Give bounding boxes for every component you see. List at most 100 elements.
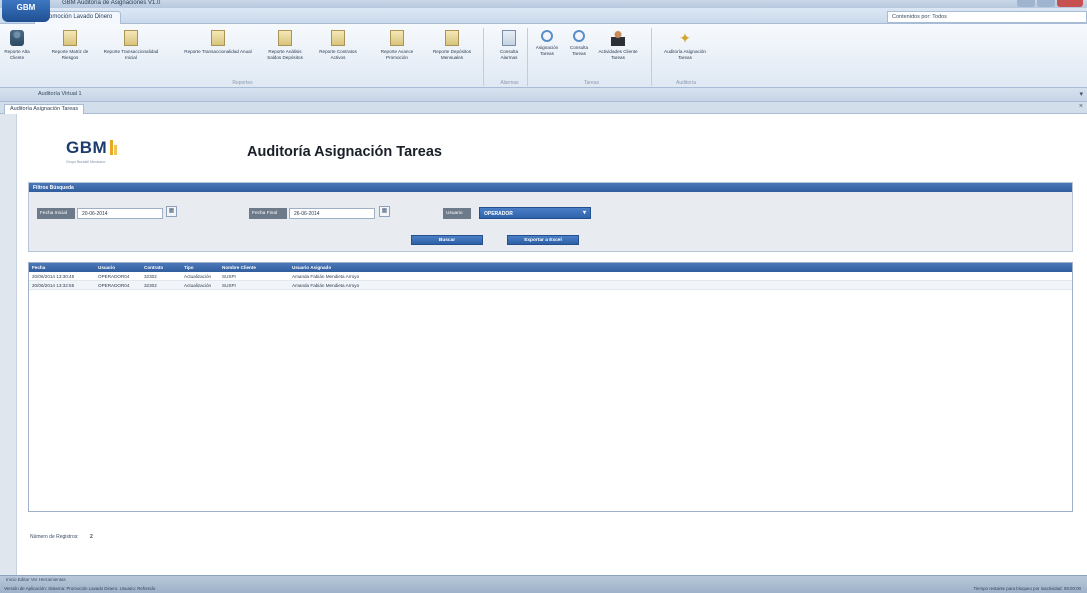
company-logo: GBM Grupo Bursátil Mexicano bbox=[66, 138, 118, 164]
tab-auditoria-asignacion-tareas[interactable]: Auditoría Asignación Tareas bbox=[4, 104, 85, 114]
cell-contrato: 32302 bbox=[144, 283, 157, 288]
search-icon bbox=[573, 30, 585, 42]
ribbon-button-auditoria-asignacion[interactable]: ✦ Auditoría Asignación Tareas bbox=[660, 30, 710, 60]
cell-usuario-asignado: Amanda Fabián Mendieta Arroyo bbox=[292, 274, 360, 279]
column-header-contrato[interactable]: Contrato bbox=[141, 263, 181, 272]
cell-fecha: 20/06/2014 13:30:45 bbox=[32, 274, 75, 279]
user-report-icon bbox=[10, 30, 24, 46]
usuario-select[interactable]: OPERADOR ▾ bbox=[479, 207, 591, 219]
column-header-tipo[interactable]: Tipo bbox=[181, 263, 219, 272]
status-text-left: Versión de Aplicación: Sistema: Promoció… bbox=[4, 586, 156, 591]
ribbon-group-label: Auditoría bbox=[675, 80, 696, 86]
record-count-label: Número de Registros: bbox=[30, 534, 79, 540]
minimize-window-button[interactable] bbox=[1017, 0, 1035, 7]
ribbon-group-label: Alarmas bbox=[500, 80, 519, 86]
logo-text: GBM bbox=[66, 138, 108, 157]
table-row[interactable]: 20/06/2014 13:32:55 OPERADOR04 32302 Act… bbox=[29, 281, 1072, 290]
column-header-nombre-cliente[interactable]: Nombre Cliente bbox=[219, 263, 289, 272]
ribbon-search-input[interactable]: Contenidos por: Todos bbox=[887, 11, 1087, 23]
usuario-label: Usuario bbox=[443, 208, 471, 219]
grid-header: Fecha Usuario Contrato Tipo Nombre Clien… bbox=[29, 263, 1072, 272]
user-session-tab[interactable]: Auditoría Virtual 1 bbox=[38, 91, 82, 97]
ribbon-button-depositos-mensuales[interactable]: Reporte Depósitos Mensuales bbox=[428, 30, 476, 60]
ribbon-button-transaccionalidad-inicial[interactable]: Reporte Transaccionalidad Inicial bbox=[102, 30, 160, 60]
calendar-icon bbox=[502, 30, 516, 46]
ribbon-button-actividades-cliente[interactable]: Actividades Cliente Tareas bbox=[598, 30, 638, 60]
cell-contrato: 32302 bbox=[144, 274, 157, 279]
filters-panel: Filtros Búsqueda Fecha Inicial 20-06-201… bbox=[28, 182, 1073, 252]
calendar-icon[interactable]: ▦ bbox=[166, 206, 177, 217]
ribbon-group-label: Tareas bbox=[583, 80, 599, 86]
ribbon-button-transaccionalidad-anual[interactable]: Reporte Transaccionalidad Anual bbox=[178, 30, 258, 55]
fecha-inicial-input[interactable]: 20-06-2014 bbox=[77, 208, 163, 219]
document-icon bbox=[124, 30, 138, 46]
search-icon bbox=[541, 30, 553, 42]
record-count: Número de Registros: 2 bbox=[30, 534, 93, 540]
cell-fecha: 20/06/2014 13:32:55 bbox=[32, 283, 75, 288]
record-count-value: 2 bbox=[90, 534, 93, 540]
ribbon-group-reportes: Reporte Alta Cliente Reporte Matriz de R… bbox=[2, 28, 484, 86]
chevron-down-icon[interactable]: ▾ bbox=[1079, 90, 1083, 98]
cell-tipo: Actualización bbox=[184, 283, 212, 288]
cell-nombre-cliente: SUSPI bbox=[222, 274, 236, 279]
document-icon bbox=[63, 30, 77, 46]
ribbon-button-consulta-tareas[interactable]: Consulta Tareas bbox=[564, 30, 594, 56]
exportar-excel-button[interactable]: Exportar a Excel bbox=[507, 235, 579, 245]
fecha-final-label: Fecha Final bbox=[249, 208, 287, 219]
column-header-usuario-asignado[interactable]: Usuario Asignado bbox=[289, 263, 489, 272]
ribbon-button-avance-promocion[interactable]: Reporte Avance Promoción bbox=[374, 30, 420, 60]
ribbon: Reporte Alta Cliente Reporte Matriz de R… bbox=[0, 24, 1087, 88]
cell-usuario-asignado: Amanda Fabián Mendieta Arroyo bbox=[292, 283, 360, 288]
document-icon bbox=[331, 30, 345, 46]
ribbon-group-label: Reportes bbox=[232, 80, 253, 86]
ribbon-button-asignacion-tareas[interactable]: Asignación Tareas bbox=[532, 30, 562, 56]
fecha-inicial-label: Fecha Inicial bbox=[37, 208, 75, 219]
maximize-window-button[interactable] bbox=[1037, 0, 1055, 7]
status-text-right: Tiempo restante para bloqueo por inactiv… bbox=[973, 586, 1081, 591]
document-tab-strip: Auditoría Asignación Tareas × bbox=[0, 102, 1087, 114]
buscar-button[interactable]: Buscar bbox=[411, 235, 483, 245]
ribbon-group-auditoria: ✦ Auditoría Asignación Tareas Auditoría bbox=[656, 28, 716, 86]
logo-tagline: Grupo Bursátil Mexicano bbox=[66, 160, 106, 164]
calendar-icon[interactable]: ▦ bbox=[379, 206, 390, 217]
cell-nombre-cliente: SUSPI bbox=[222, 283, 236, 288]
main-content: GBM Grupo Bursátil Mexicano Auditoría As… bbox=[16, 114, 1087, 575]
page-title: Auditoría Asignación Tareas bbox=[247, 144, 442, 160]
results-grid: Fecha Usuario Contrato Tipo Nombre Clien… bbox=[28, 262, 1073, 512]
column-header-fecha[interactable]: Fecha bbox=[29, 263, 95, 272]
filters-header: Filtros Búsqueda bbox=[29, 183, 1072, 192]
person-icon bbox=[611, 30, 625, 46]
document-icon bbox=[390, 30, 404, 46]
usuario-select-value: OPERADOR bbox=[484, 211, 513, 217]
ribbon-button-consulta-alarmas[interactable]: Consulta Alarmas bbox=[494, 30, 524, 60]
column-header-usuario[interactable]: Usuario bbox=[95, 263, 141, 272]
ribbon-button-reporte-alta-cliente[interactable]: Reporte Alta Cliente bbox=[2, 30, 32, 60]
ribbon-group-alarmas: Consulta Alarmas Alarmas bbox=[492, 28, 528, 86]
app-menu-button[interactable]: GBM bbox=[2, 0, 50, 22]
cell-usuario: OPERADOR04 bbox=[98, 283, 130, 288]
cell-usuario: OPERADOR04 bbox=[98, 274, 130, 279]
chevron-down-icon: ▾ bbox=[582, 210, 586, 216]
window-controls bbox=[1017, 0, 1083, 7]
document-icon bbox=[278, 30, 292, 46]
table-row[interactable]: 20/06/2014 13:30:45 OPERADOR04 32302 Act… bbox=[29, 272, 1072, 281]
ribbon-tab-strip: Promoción Lavado Dinero Contenidos por: … bbox=[0, 8, 1087, 24]
ribbon-button-contratos-activos[interactable]: Reporte Contratos Activos bbox=[316, 30, 360, 60]
status-bar: Inicio Editar Ver Herramientas Versión d… bbox=[0, 575, 1087, 593]
close-icon[interactable]: × bbox=[1079, 103, 1083, 110]
status-bar-menu[interactable]: Inicio Editar Ver Herramientas bbox=[6, 577, 66, 582]
fecha-final-input[interactable]: 26-06-2014 bbox=[289, 208, 375, 219]
logo-bar bbox=[110, 140, 114, 155]
sub-toolbar: Auditoría Virtual 1 ▾ bbox=[0, 88, 1087, 102]
cell-tipo: Actualización bbox=[184, 274, 212, 279]
document-icon bbox=[211, 30, 225, 46]
close-window-button[interactable] bbox=[1057, 0, 1083, 7]
window-title: GBM Auditoría de Asignaciones V1.0 bbox=[62, 0, 161, 6]
star-icon: ✦ bbox=[679, 30, 691, 46]
logo-bar bbox=[114, 145, 118, 155]
title-bar: GBM GBM Auditoría de Asignaciones V1.0 bbox=[0, 0, 1087, 22]
ribbon-button-analisis-saldos[interactable]: Reporte Análisis Saldos Depósitos bbox=[262, 30, 308, 60]
ribbon-group-tareas: Asignación Tareas Consulta Tareas Activi… bbox=[532, 28, 652, 86]
ribbon-button-matriz-riesgos[interactable]: Reporte Matriz de Riesgos bbox=[50, 30, 90, 60]
document-icon bbox=[445, 30, 459, 46]
